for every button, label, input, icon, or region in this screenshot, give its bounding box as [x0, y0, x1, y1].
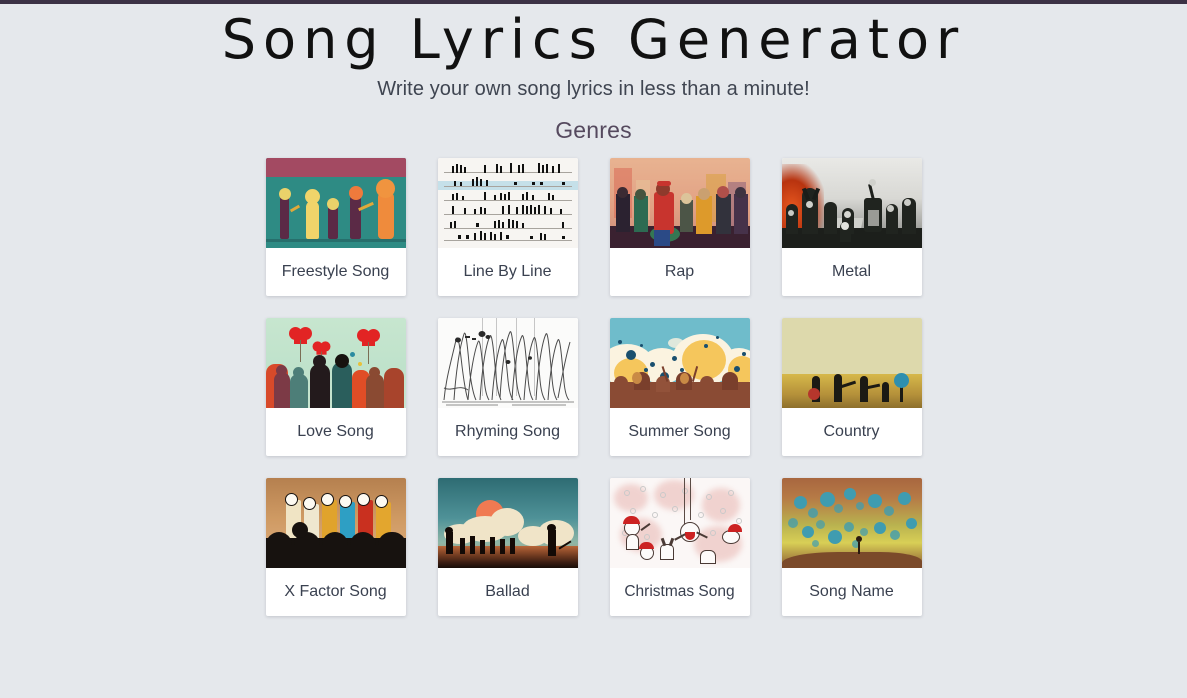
- smiley-face-icon: [356, 493, 370, 507]
- genre-thumbnail-rap: [609, 158, 750, 249]
- genre-card-summer-song[interactable]: Summer Song: [609, 318, 750, 457]
- genre-thumbnail-rhyming-song: [437, 318, 578, 409]
- genre-card-label: Christmas Song: [624, 582, 735, 600]
- genre-thumbnail-line-by-line: [437, 158, 578, 249]
- scribble-lines-icon: [441, 331, 574, 406]
- genre-card-metal[interactable]: Metal: [781, 158, 922, 297]
- genre-card-label: Rhyming Song: [455, 423, 560, 441]
- section-heading-genres: Genres: [555, 117, 632, 144]
- heart-icon: [288, 327, 312, 363]
- genre-grid: Freestyle Song Line By Line Rap Metal Lo…: [265, 158, 922, 617]
- page-root: Song Lyrics Generator Write your own son…: [0, 0, 1187, 617]
- genre-card-label: Line By Line: [463, 263, 552, 281]
- genre-card-label: Country: [823, 423, 880, 441]
- top-accent-bar: [0, 0, 1187, 4]
- genre-thumbnail-song-name: [781, 478, 922, 569]
- genre-card-label: Rap: [664, 263, 695, 281]
- genre-thumbnail-x-factor-song: [265, 478, 406, 569]
- genre-card-freestyle-song[interactable]: Freestyle Song: [265, 158, 406, 297]
- genre-thumbnail-freestyle-song: [265, 158, 406, 249]
- genre-thumbnail-christmas-song: [609, 478, 750, 569]
- genre-thumbnail-love-song: [265, 318, 406, 409]
- genre-card-country[interactable]: Country: [781, 318, 922, 457]
- genre-card-x-factor-song[interactable]: X Factor Song: [265, 478, 406, 617]
- heart-icon: [312, 341, 330, 369]
- genre-thumbnail-country: [781, 318, 922, 409]
- heart-icon: [356, 329, 380, 365]
- smiley-face-icon: [284, 493, 298, 507]
- genre-thumbnail-summer-song: [609, 318, 750, 409]
- genre-card-ballad[interactable]: Ballad: [437, 478, 578, 617]
- page-title: Song Lyrics Generator: [221, 8, 966, 71]
- genre-card-song-name[interactable]: Song Name: [781, 478, 922, 617]
- genre-card-label: Summer Song: [628, 423, 731, 441]
- genre-card-christmas-song[interactable]: Christmas Song: [609, 478, 750, 617]
- genre-card-label: Freestyle Song: [281, 263, 390, 281]
- genre-card-line-by-line[interactable]: Line By Line: [437, 158, 578, 297]
- smiley-face-icon: [374, 495, 388, 509]
- genre-card-label: Metal: [831, 263, 872, 281]
- page-subtitle: Write your own song lyrics in less than …: [377, 78, 810, 101]
- smiley-face-icon: [338, 495, 352, 509]
- smiley-face-icon: [320, 493, 334, 507]
- genre-card-label: X Factor Song: [284, 583, 387, 601]
- genre-card-rap[interactable]: Rap: [609, 158, 750, 297]
- genre-card-label: Love Song: [297, 423, 374, 441]
- genre-card-label: Song Name: [809, 583, 894, 601]
- music-notes-icon: [449, 163, 565, 241]
- genre-card-rhyming-song[interactable]: Rhyming Song: [437, 318, 578, 457]
- genre-card-label: Ballad: [485, 583, 530, 601]
- genre-thumbnail-ballad: [437, 478, 578, 569]
- smiley-face-icon: [302, 497, 316, 511]
- genre-card-love-song[interactable]: Love Song: [265, 318, 406, 457]
- genre-thumbnail-metal: [781, 158, 922, 249]
